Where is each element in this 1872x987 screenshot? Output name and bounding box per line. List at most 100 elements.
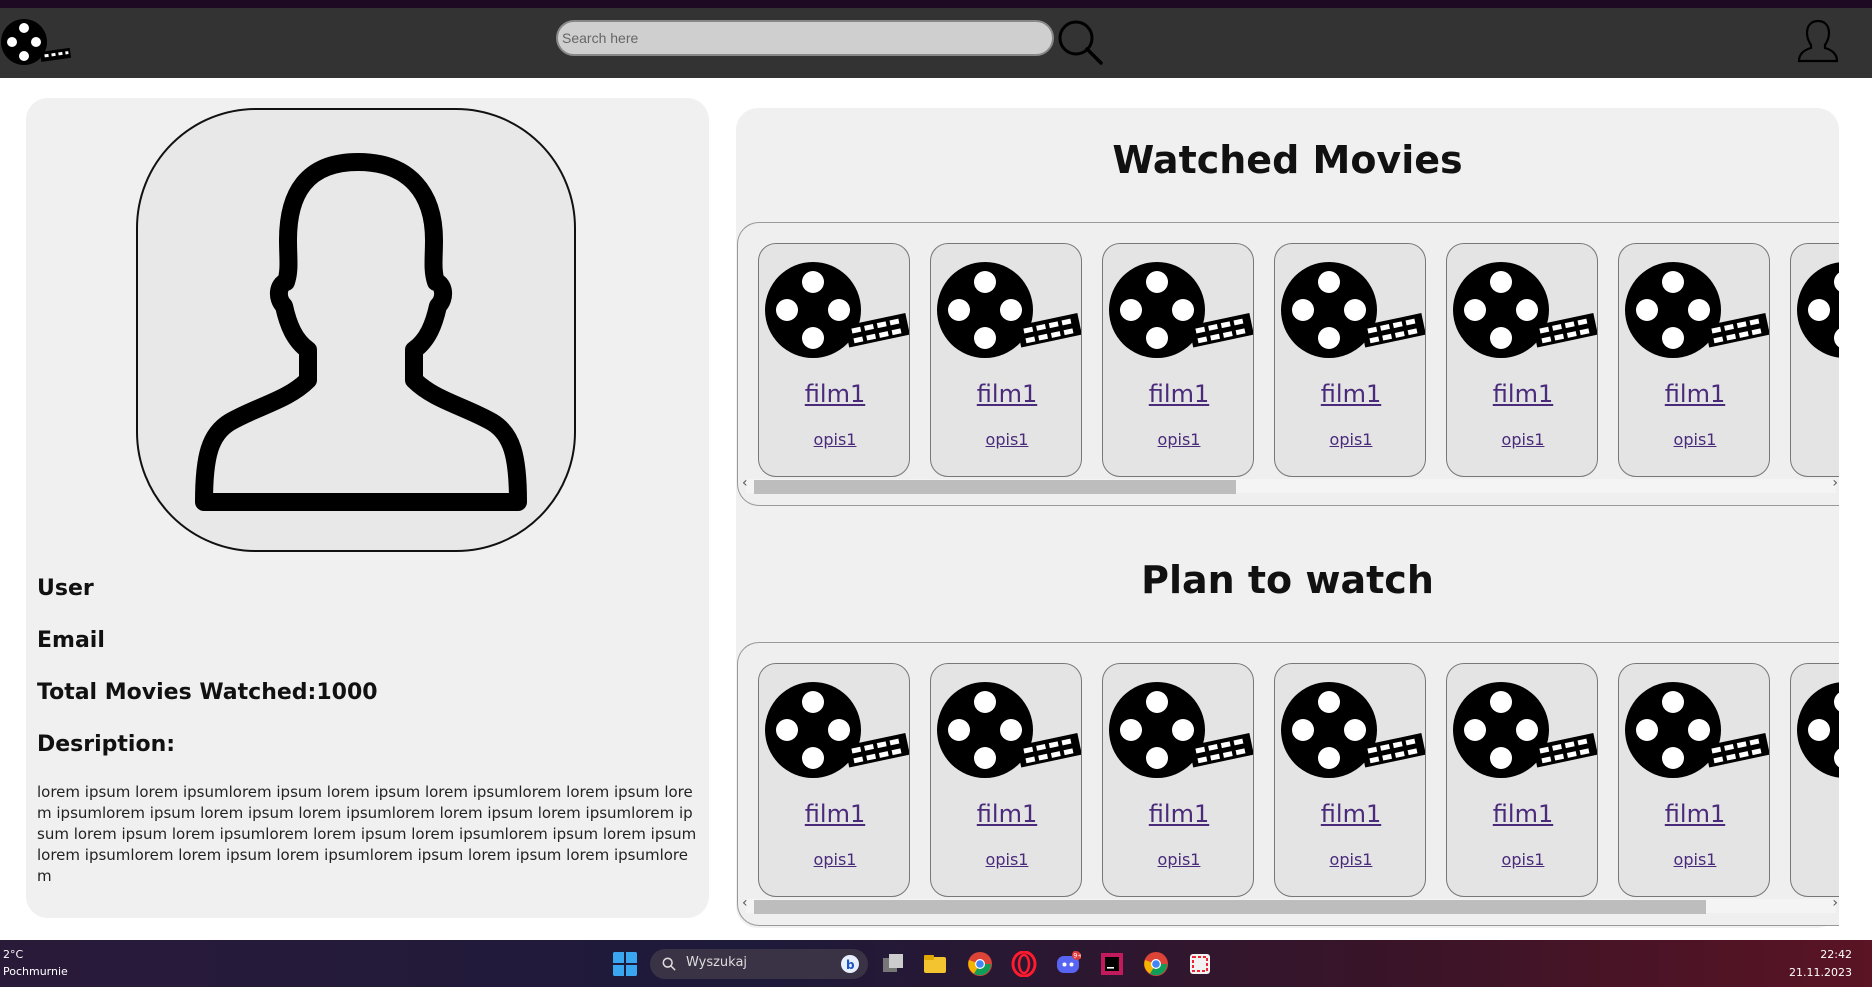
magnifier-icon[interactable]: [1056, 18, 1104, 66]
movie-title-link[interactable]: film1: [759, 380, 909, 408]
movie-title-link[interactable]: film1: [1275, 380, 1425, 408]
film-reel-icon: [1279, 678, 1425, 782]
weather-description[interactable]: Pochmurnie: [3, 965, 68, 978]
movie-description-link[interactable]: opis1: [1619, 850, 1769, 869]
taskbar-search-label: Wyszukaj: [686, 955, 748, 970]
watched-movies-scrollbar[interactable]: ‹ ›: [742, 475, 1838, 494]
watched-movies-carousel[interactable]: film1 opis1 film1 opis1 film1 opis1 film1 opis1…: [737, 222, 1839, 506]
movie-title-link[interactable]: film1: [931, 800, 1081, 828]
discord-badge: 9+: [1073, 952, 1081, 960]
profile-panel: User Email Total Movies Watched:1000 Des…: [26, 98, 709, 918]
movie-card[interactable]: f: [1790, 663, 1839, 897]
movies-panel: Watched Movies film1 opis1 film1 opis1 film1…: [736, 108, 1839, 928]
movie-card[interactable]: film1 opis1: [1274, 663, 1426, 897]
window-top-strip: [0, 0, 1872, 8]
movie-description-link[interactable]: opis1: [1619, 430, 1769, 449]
movie-card[interactable]: film1 opis1: [1618, 663, 1770, 897]
description-label: Desription:: [37, 732, 176, 757]
movie-title-link[interactable]: film1: [931, 380, 1081, 408]
film-reel-icon: [1107, 678, 1253, 782]
movie-description-link[interactable]: opis1: [1275, 430, 1425, 449]
svg-text:b: b: [846, 958, 855, 972]
movie-card[interactable]: film1 opis1: [930, 243, 1082, 477]
scroll-thumb[interactable]: [754, 480, 1236, 494]
opera-icon[interactable]: [1011, 951, 1037, 977]
clock-time[interactable]: 22:42: [1820, 948, 1852, 961]
taskbar: 2°C Pochmurnie Wyszukaj b 9+ 22:42 21.11…: [0, 940, 1872, 987]
task-view-icon[interactable]: [880, 951, 906, 977]
plan-to-watch-scrollbar[interactable]: ‹ ›: [742, 895, 1838, 914]
movie-description-link[interactable]: opis1: [1447, 850, 1597, 869]
film-reel-icon: [1451, 678, 1597, 782]
film-reel-icon: [1451, 258, 1597, 362]
film-reel-logo-icon[interactable]: [0, 8, 72, 68]
film-reel-icon: [763, 678, 909, 782]
movie-title-link[interactable]: film1: [1103, 800, 1253, 828]
movie-title-link[interactable]: f: [1791, 800, 1839, 828]
film-reel-icon: [935, 678, 1081, 782]
search-input[interactable]: [556, 20, 1054, 56]
movie-card[interactable]: film1 opis1: [1102, 663, 1254, 897]
movie-title-link[interactable]: f: [1791, 380, 1839, 408]
movie-description-link[interactable]: opis1: [1447, 430, 1597, 449]
weather-temperature[interactable]: 2°C: [3, 948, 23, 961]
scroll-left-arrow[interactable]: ‹: [742, 895, 748, 911]
bing-icon: b: [841, 955, 859, 973]
username-label: User: [37, 576, 94, 601]
intellij-icon[interactable]: [1099, 951, 1125, 977]
scroll-left-arrow[interactable]: ‹: [742, 475, 748, 491]
movie-title-link[interactable]: film1: [1619, 800, 1769, 828]
avatar: [136, 108, 576, 552]
chrome-profile-icon[interactable]: [1143, 951, 1169, 977]
film-reel-icon: [763, 258, 909, 362]
plan-to-watch-title: Plan to watch: [1141, 558, 1434, 602]
film-reel-icon: [1623, 258, 1769, 362]
movie-card[interactable]: f: [1790, 243, 1839, 477]
movie-description-link[interactable]: opis1: [1103, 430, 1253, 449]
scroll-right-arrow[interactable]: ›: [1832, 895, 1838, 911]
chrome-icon[interactable]: [967, 951, 993, 977]
film-reel-icon: [935, 258, 1081, 362]
total-movies-watched: Total Movies Watched:1000: [37, 680, 378, 705]
movie-title-link[interactable]: film1: [1447, 800, 1597, 828]
scroll-thumb[interactable]: [754, 900, 1706, 914]
film-reel-icon: [1795, 258, 1839, 362]
windows-start-icon[interactable]: [612, 951, 638, 977]
movie-description-link[interactable]: opis1: [1275, 850, 1425, 869]
snipping-tool-icon[interactable]: [1187, 951, 1213, 977]
movie-title-link[interactable]: film1: [1275, 800, 1425, 828]
movie-title-link[interactable]: film1: [1619, 380, 1769, 408]
movie-title-link[interactable]: film1: [1103, 380, 1253, 408]
film-reel-icon: [1623, 678, 1769, 782]
plan-to-watch-carousel[interactable]: film1 opis1 film1 opis1 film1 opis1 film1 opis1…: [737, 642, 1839, 926]
movie-title-link[interactable]: film1: [1447, 380, 1597, 408]
taskbar-search[interactable]: Wyszukaj b: [650, 949, 868, 979]
movie-card[interactable]: film1 opis1: [758, 243, 910, 477]
user-icon[interactable]: [1796, 18, 1840, 64]
film-reel-icon: [1795, 678, 1839, 782]
movie-card[interactable]: film1 opis1: [930, 663, 1082, 897]
movie-card[interactable]: film1 opis1: [1274, 243, 1426, 477]
movie-description-link[interactable]: opis1: [1103, 850, 1253, 869]
file-explorer-icon[interactable]: [922, 951, 948, 977]
movie-description-link[interactable]: opis1: [931, 430, 1081, 449]
email-label: Email: [37, 628, 105, 653]
search-icon: [662, 957, 676, 971]
movie-card[interactable]: film1 opis1: [1446, 243, 1598, 477]
description-text: lorem ipsum lorem ipsumlorem ipsum lorem…: [37, 783, 697, 885]
movie-title-link[interactable]: film1: [759, 800, 909, 828]
clock-date[interactable]: 21.11.2023: [1789, 966, 1852, 979]
discord-icon[interactable]: 9+: [1055, 951, 1081, 977]
scroll-right-arrow[interactable]: ›: [1832, 475, 1838, 491]
movie-description-link[interactable]: opis1: [931, 850, 1081, 869]
film-reel-icon: [1107, 258, 1253, 362]
film-reel-icon: [1279, 258, 1425, 362]
user-silhouette-icon: [195, 153, 527, 511]
movie-description-link[interactable]: opis1: [759, 430, 909, 449]
movie-description-link[interactable]: opis1: [759, 850, 909, 869]
movie-card[interactable]: film1 opis1: [758, 663, 910, 897]
movie-card[interactable]: film1 opis1: [1102, 243, 1254, 477]
movie-card[interactable]: film1 opis1: [1446, 663, 1598, 897]
watched-movies-title: Watched Movies: [1112, 138, 1463, 182]
movie-card[interactable]: film1 opis1: [1618, 243, 1770, 477]
